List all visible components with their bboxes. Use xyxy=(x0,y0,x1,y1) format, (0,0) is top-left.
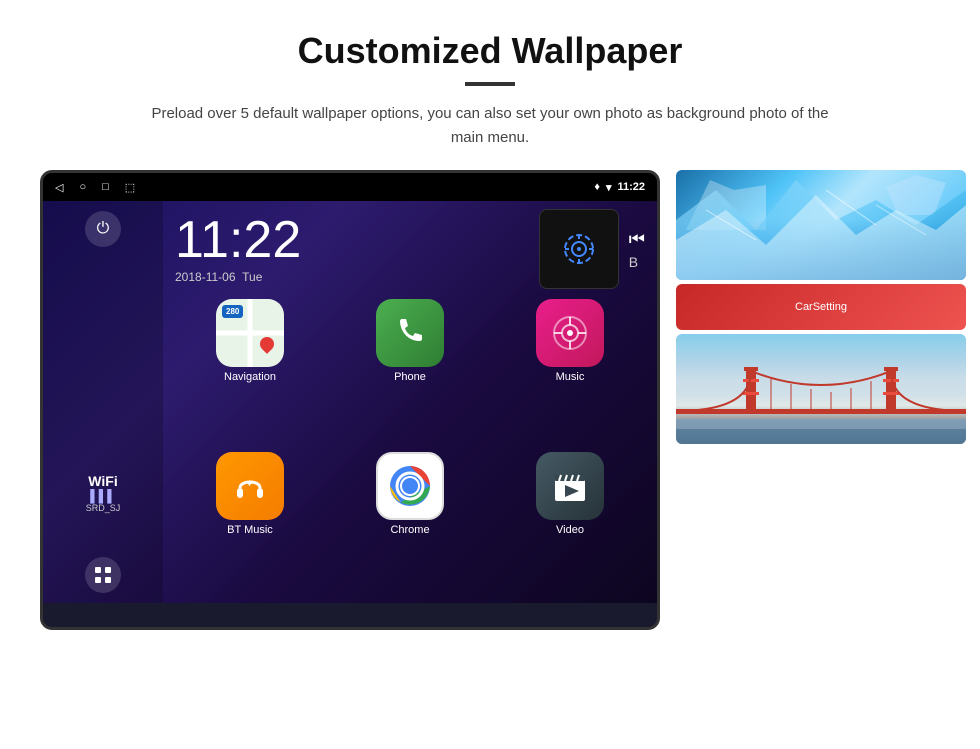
status-bar-right: ♦ ▾ 11:22 xyxy=(594,181,645,194)
wallpaper-thumb-bridge[interactable] xyxy=(676,334,966,444)
music-icon xyxy=(536,299,604,367)
bridge-svg xyxy=(676,364,966,444)
status-time: 11:22 xyxy=(617,181,645,193)
music-widget[interactable] xyxy=(539,209,619,289)
phone-label: Phone xyxy=(394,371,426,383)
wifi-ssid: SRD_SJ xyxy=(86,503,121,513)
chrome-label: Chrome xyxy=(390,524,429,536)
status-bar: ◁ ○ □ ⬚ ♦ ▾ 11:22 xyxy=(43,173,657,201)
content-area: ◁ ○ □ ⬚ ♦ ▾ 11:22 ⏻ WiFi xyxy=(40,170,940,630)
phone-icon xyxy=(376,299,444,367)
page-wrapper: Customized Wallpaper Preload over 5 defa… xyxy=(0,0,980,650)
screenshot-icon[interactable]: ⬚ xyxy=(125,181,135,194)
navigation-icon: 280 xyxy=(216,299,284,367)
map-pin-icon xyxy=(260,337,274,355)
svg-text:♦: ♦ xyxy=(247,478,252,489)
left-sidebar: ⏻ WiFi ▌▌▌ SRD_SJ xyxy=(43,201,163,603)
header-section: Customized Wallpaper Preload over 5 defa… xyxy=(40,30,940,150)
app-item-video[interactable]: Video xyxy=(495,452,645,595)
app-item-phone[interactable]: Phone xyxy=(335,299,485,442)
app-item-chrome[interactable]: Chrome xyxy=(335,452,485,595)
btmusic-icon: ♦ xyxy=(216,452,284,520)
chrome-icon xyxy=(376,452,444,520)
music-label: Music xyxy=(556,371,585,383)
page-subtitle: Preload over 5 default wallpaper options… xyxy=(140,102,840,150)
carsetting-label: CarSetting xyxy=(795,301,847,313)
wallpaper-panel: CarSetting xyxy=(676,170,966,444)
page-title: Customized Wallpaper xyxy=(40,30,940,72)
wifi-info: WiFi ▌▌▌ SRD_SJ xyxy=(86,473,121,513)
recents-icon[interactable]: □ xyxy=(102,181,109,193)
wifi-bars-icon: ▌▌▌ xyxy=(90,489,116,503)
clock-time: 11:22 xyxy=(175,214,301,266)
next-track-button[interactable]: B xyxy=(629,254,645,270)
location-icon: ♦ xyxy=(594,181,600,193)
home-icon[interactable]: ○ xyxy=(79,181,86,193)
clock-area: 11:22 2018-11-06 Tue xyxy=(175,209,645,289)
device-mockup: ◁ ○ □ ⬚ ♦ ▾ 11:22 ⏻ WiFi xyxy=(40,170,660,630)
app-item-navigation[interactable]: 280 Navigation xyxy=(175,299,325,442)
main-content: 11:22 2018-11-06 Tue xyxy=(163,201,657,603)
screen-body: ⏻ WiFi ▌▌▌ SRD_SJ xyxy=(43,201,657,603)
wallpaper-thumb-carsetting[interactable]: CarSetting xyxy=(676,284,966,330)
prev-track-button[interactable]: ⏮ xyxy=(629,229,645,250)
title-divider xyxy=(465,82,515,86)
video-label: Video xyxy=(556,524,584,536)
power-button[interactable]: ⏻ xyxy=(85,211,121,247)
btmusic-label: BT Music xyxy=(227,524,273,536)
wallpaper-thumb-glacier[interactable] xyxy=(676,170,966,280)
app-item-btmusic[interactable]: ♦ BT Music xyxy=(175,452,325,595)
clock-right-widgets: ⏮ B xyxy=(539,209,645,289)
wifi-signal-icon: ▾ xyxy=(606,181,612,194)
media-controls: ⏮ B xyxy=(629,229,645,270)
apps-grid-button[interactable] xyxy=(85,557,121,593)
clock-display: 11:22 2018-11-06 Tue xyxy=(175,214,301,284)
video-icon xyxy=(536,452,604,520)
back-icon[interactable]: ◁ xyxy=(55,181,63,194)
status-bar-left: ◁ ○ □ ⬚ xyxy=(55,181,135,194)
navigation-label: Navigation xyxy=(224,371,276,383)
app-item-music[interactable]: Music xyxy=(495,299,645,442)
clock-date: 2018-11-06 Tue xyxy=(175,270,301,284)
app-grid: 280 Navigation xyxy=(175,299,645,595)
map-badge: 280 xyxy=(222,305,243,318)
wifi-label: WiFi xyxy=(88,473,117,489)
